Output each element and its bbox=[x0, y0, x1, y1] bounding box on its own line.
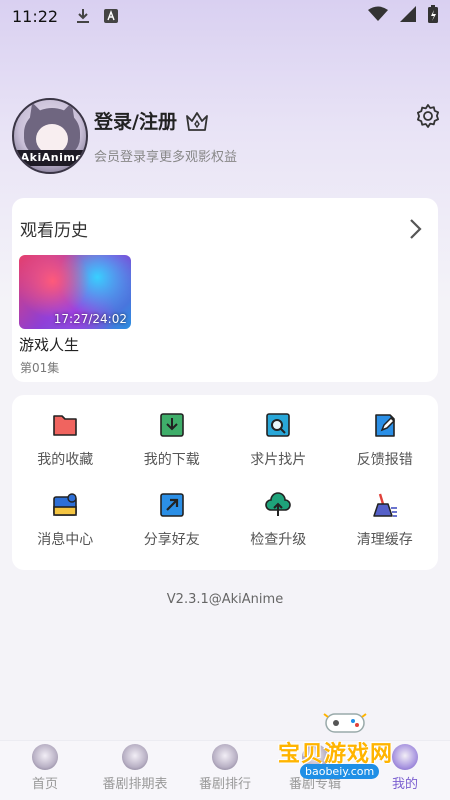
watch-history-card: 观看历史 17:27/24:02 游戏人生 第01集 bbox=[12, 198, 438, 382]
menu-label: 消息中心 bbox=[37, 532, 94, 548]
gear-icon bbox=[415, 103, 441, 133]
menu-label: 求片找片 bbox=[250, 452, 307, 468]
nav-label: 番剧排期表 bbox=[102, 777, 168, 792]
video-title[interactable]: 游戏人生 bbox=[19, 334, 79, 355]
login-register-link[interactable]: 登录/注册 bbox=[94, 107, 177, 134]
status-time: 11:22 bbox=[12, 6, 59, 26]
wifi-icon bbox=[368, 6, 388, 26]
nav-item-ranking[interactable]: 番剧排行 bbox=[180, 741, 270, 800]
menu-label: 检查升级 bbox=[250, 532, 307, 548]
menu-label: 我的收藏 bbox=[37, 452, 94, 468]
profile-header[interactable]: AkiAnime 登录/注册 会员登录享更多观影权益 bbox=[12, 98, 438, 174]
version-text: V2.3.1@AkiAnime bbox=[166, 592, 284, 607]
download-icon bbox=[158, 411, 186, 439]
gamepad-icon bbox=[322, 708, 368, 738]
settings-button[interactable] bbox=[414, 104, 442, 132]
signal-icon bbox=[400, 6, 416, 26]
nav-label: 番剧排行 bbox=[198, 777, 251, 792]
schedule-avatar-icon bbox=[122, 744, 148, 770]
watermark-url: baobeiy.com bbox=[300, 764, 380, 779]
cloud-upload-icon bbox=[264, 491, 292, 519]
menu-item-favorites[interactable]: 我的收藏 bbox=[12, 411, 119, 469]
download-status-icon bbox=[76, 8, 90, 24]
avatar[interactable]: AkiAnime bbox=[12, 98, 88, 174]
menu-item-downloads[interactable]: 我的下载 bbox=[119, 411, 226, 469]
nav-label: 首页 bbox=[31, 777, 58, 792]
menu-label: 我的下载 bbox=[143, 452, 200, 468]
watermark: 宝贝游戏网 baobeiy.com bbox=[272, 706, 432, 786]
avatar-logo-text: AkiAnime bbox=[14, 150, 86, 166]
folder-icon bbox=[51, 411, 79, 439]
video-episode: 第01集 bbox=[20, 361, 60, 375]
function-menu-card: 我的收藏 我的下载 求片找片 反馈报错 消息中心 分享好友 检查升级 清理缓存 bbox=[12, 395, 438, 570]
menu-label: 反馈报错 bbox=[356, 452, 413, 468]
home-avatar-icon bbox=[32, 744, 58, 770]
search-doc-icon bbox=[264, 411, 292, 439]
status-bar: 11:22 bbox=[0, 0, 450, 32]
crown-icon bbox=[185, 110, 209, 132]
menu-item-share[interactable]: 分享好友 bbox=[119, 491, 226, 549]
edit-doc-icon bbox=[371, 411, 399, 439]
broom-icon bbox=[371, 491, 399, 519]
menu-item-feedback[interactable]: 反馈报错 bbox=[332, 411, 439, 469]
menu-label: 分享好友 bbox=[143, 532, 200, 548]
watch-history-title: 观看历史 bbox=[20, 221, 88, 241]
video-progress: 17:27/24:02 bbox=[53, 312, 127, 326]
login-subtitle: 会员登录享更多观影权益 bbox=[94, 150, 238, 165]
menu-item-messages[interactable]: 消息中心 bbox=[12, 491, 119, 549]
menu-item-request[interactable]: 求片找片 bbox=[225, 411, 332, 469]
battery-icon bbox=[428, 5, 438, 27]
nav-item-schedule[interactable]: 番剧排期表 bbox=[90, 741, 180, 800]
menu-item-clear-cache[interactable]: 清理缓存 bbox=[332, 491, 439, 549]
nav-item-home[interactable]: 首页 bbox=[0, 741, 90, 800]
message-icon bbox=[51, 491, 79, 519]
video-thumbnail[interactable]: 17:27/24:02 bbox=[19, 255, 131, 329]
menu-item-update[interactable]: 检查升级 bbox=[225, 491, 332, 549]
chevron-right-icon[interactable] bbox=[408, 218, 422, 244]
ranking-avatar-icon bbox=[212, 744, 238, 770]
share-icon bbox=[158, 491, 186, 519]
menu-label: 清理缓存 bbox=[356, 532, 413, 548]
app-notification-icon bbox=[104, 9, 119, 23]
